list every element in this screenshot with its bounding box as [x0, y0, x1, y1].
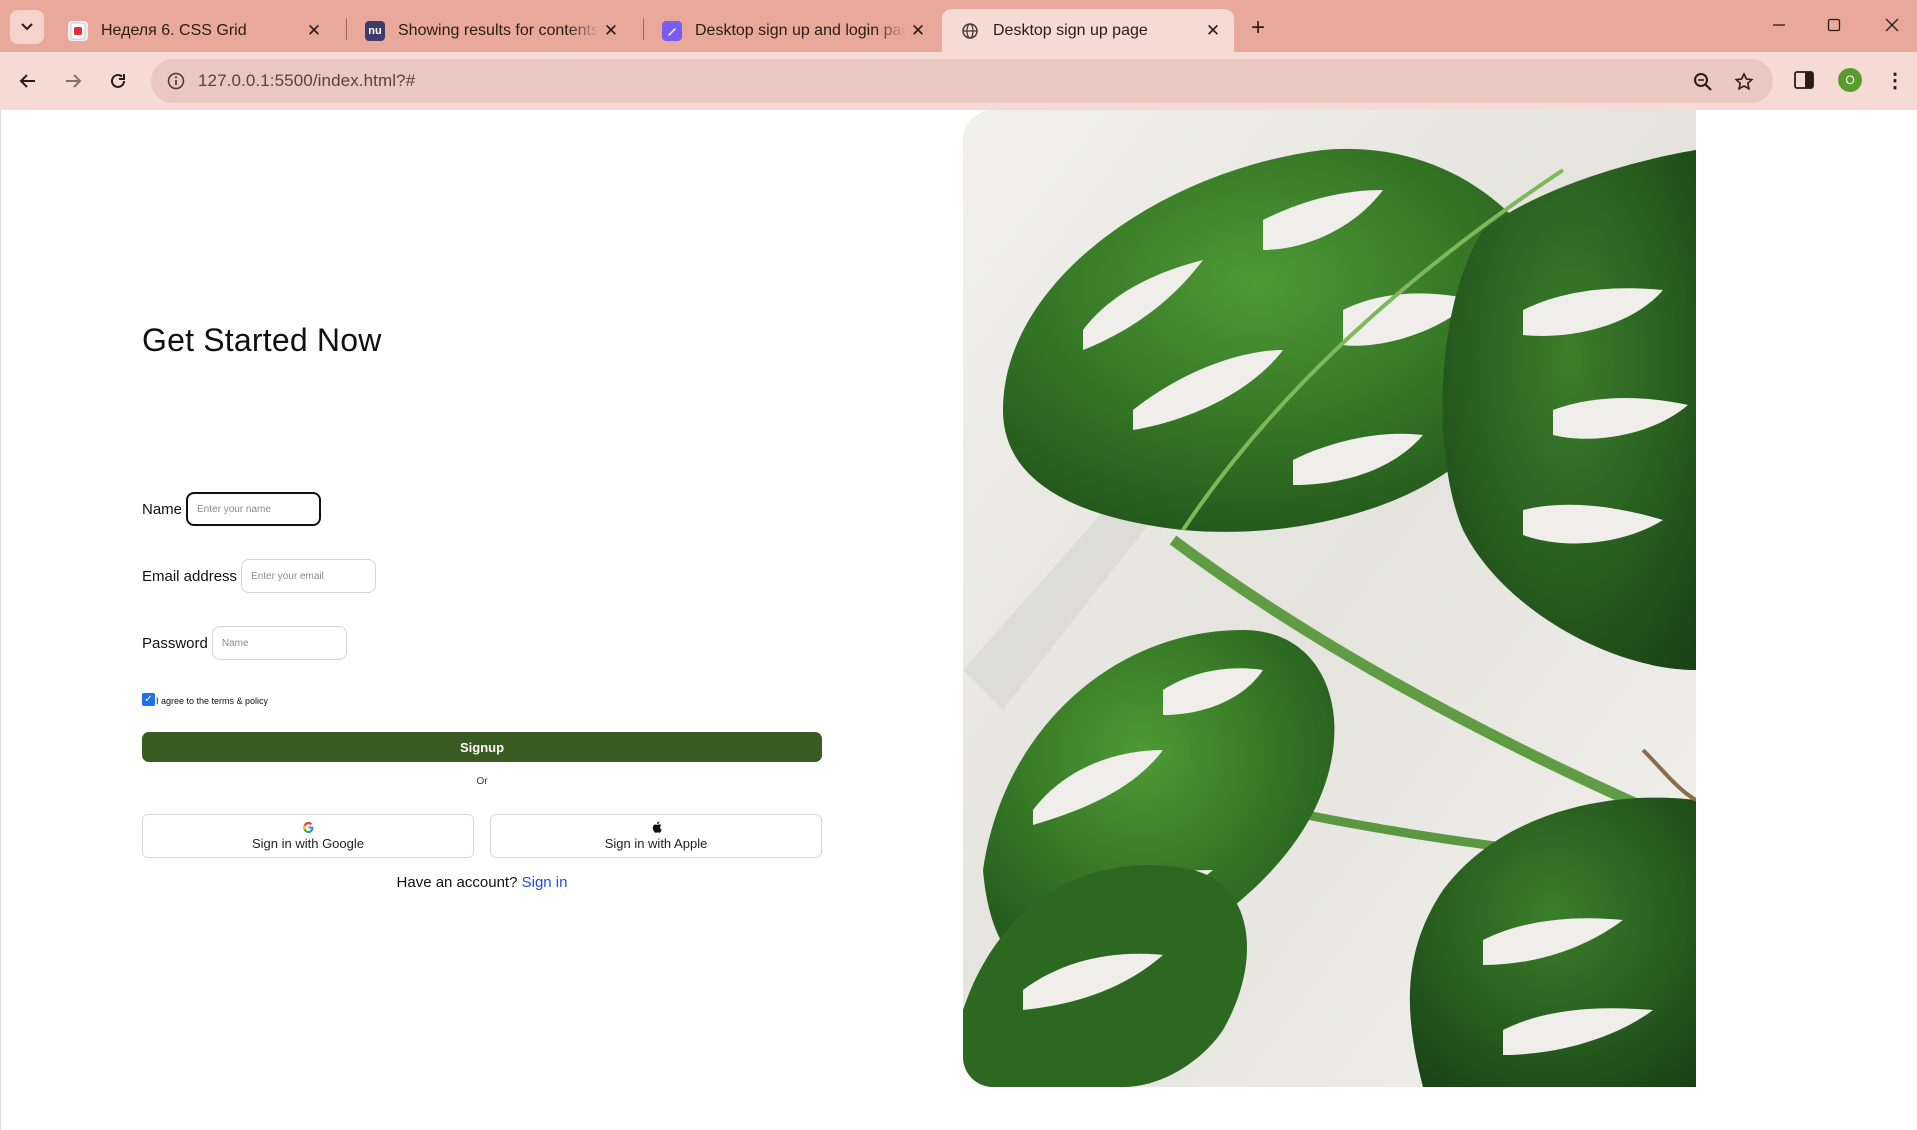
- have-account-text: Have an account?: [396, 874, 518, 891]
- tab-signup-login[interactable]: Desktop sign up and login page ✕: [644, 9, 939, 52]
- tab-search-button[interactable]: [10, 10, 44, 44]
- profile-avatar[interactable]: O: [1838, 68, 1862, 92]
- tab-title: Showing results for contents of: [398, 21, 599, 39]
- email-field-row: Email address: [142, 559, 377, 593]
- terms-label: I agree to the terms & policy: [156, 696, 269, 706]
- tab-strip: Неделя 6. CSS Grid ✕ nu Showing results …: [0, 0, 1917, 52]
- tab-css-grid[interactable]: Неделя 6. CSS Grid ✕: [50, 9, 335, 52]
- email-label: Email address: [142, 567, 238, 585]
- browser-chrome: Неделя 6. CSS Grid ✕ nu Showing results …: [0, 0, 1917, 110]
- monstera-leaves-photo: [963, 110, 1696, 1087]
- purple-pen-favicon: [662, 20, 682, 41]
- minimize-icon: [1773, 24, 1785, 26]
- red-doc-favicon: [68, 20, 88, 41]
- zoom-icon[interactable]: [1691, 70, 1715, 94]
- tab-title: Desktop sign up and login page: [695, 21, 906, 39]
- arrow-right-icon: [66, 74, 82, 88]
- or-divider: Or: [476, 776, 488, 787]
- close-icon[interactable]: ✕: [599, 19, 623, 43]
- arrow-left-icon: [19, 74, 35, 88]
- close-icon[interactable]: ✕: [302, 19, 326, 43]
- signup-button[interactable]: Signup: [142, 732, 822, 762]
- tab-title: Неделя 6. CSS Grid: [101, 21, 247, 39]
- password-input[interactable]: [211, 626, 347, 660]
- apple-signin-button[interactable]: Sign in with Apple: [490, 814, 822, 858]
- close-icon[interactable]: ✕: [1201, 19, 1225, 43]
- tab-showing-results[interactable]: nu Showing results for contents of ✕: [347, 9, 632, 52]
- hero-image: [963, 110, 1696, 1087]
- new-tab-button[interactable]: +: [1243, 13, 1273, 43]
- maximize-icon: [1827, 18, 1841, 32]
- url-text: 127.0.0.1:5500/index.html?#: [198, 71, 416, 90]
- tab-title: Desktop sign up page: [993, 21, 1148, 39]
- chevron-down-icon: [21, 23, 33, 31]
- page-viewport: Get Started Now Name Email address Passw…: [0, 110, 1917, 1130]
- reload-button[interactable]: [100, 63, 136, 99]
- terms-row: ✓ I agree to the terms & policy: [142, 693, 268, 706]
- password-label: Password: [142, 634, 208, 652]
- forward-button[interactable]: [55, 63, 91, 99]
- reload-icon: [111, 73, 125, 88]
- back-button[interactable]: [10, 63, 46, 99]
- close-icon: [1885, 18, 1899, 32]
- google-signin-button[interactable]: Sign in with Google: [142, 814, 474, 858]
- terms-checkbox[interactable]: ✓: [142, 693, 155, 706]
- google-icon: [302, 821, 314, 833]
- side-panel-icon[interactable]: [1792, 68, 1816, 92]
- tab-signup-page[interactable]: Desktop sign up page ✕: [942, 9, 1234, 52]
- google-signin-label: Sign in with Google: [251, 836, 364, 851]
- bookmark-star-icon[interactable]: [1732, 70, 1756, 94]
- have-account-line: Have an account? Sign in: [1, 874, 963, 891]
- browser-menu-icon[interactable]: ⋮: [1883, 66, 1907, 94]
- apple-signin-label: Sign in with Apple: [604, 836, 708, 851]
- address-bar[interactable]: 127.0.0.1:5500/index.html?#: [151, 59, 1773, 103]
- minimize-button[interactable]: [1757, 8, 1801, 42]
- site-info-icon[interactable]: [165, 70, 187, 92]
- name-label: Name: [142, 500, 183, 518]
- sign-in-link[interactable]: Sign in: [522, 874, 568, 891]
- browser-toolbar: 127.0.0.1:5500/index.html?# O ⋮: [0, 52, 1917, 110]
- globe-icon: [960, 21, 980, 41]
- window-close-button[interactable]: [1870, 8, 1914, 42]
- name-field-row: Name: [142, 492, 322, 526]
- password-field-row: Password: [142, 626, 347, 660]
- apple-icon: [650, 821, 662, 833]
- close-icon[interactable]: ✕: [906, 19, 930, 43]
- email-input[interactable]: [241, 559, 377, 593]
- name-input[interactable]: [186, 492, 322, 526]
- nu-favicon: nu: [365, 20, 385, 41]
- page-title: Get Started Now: [142, 322, 382, 358]
- maximize-button[interactable]: [1812, 8, 1856, 42]
